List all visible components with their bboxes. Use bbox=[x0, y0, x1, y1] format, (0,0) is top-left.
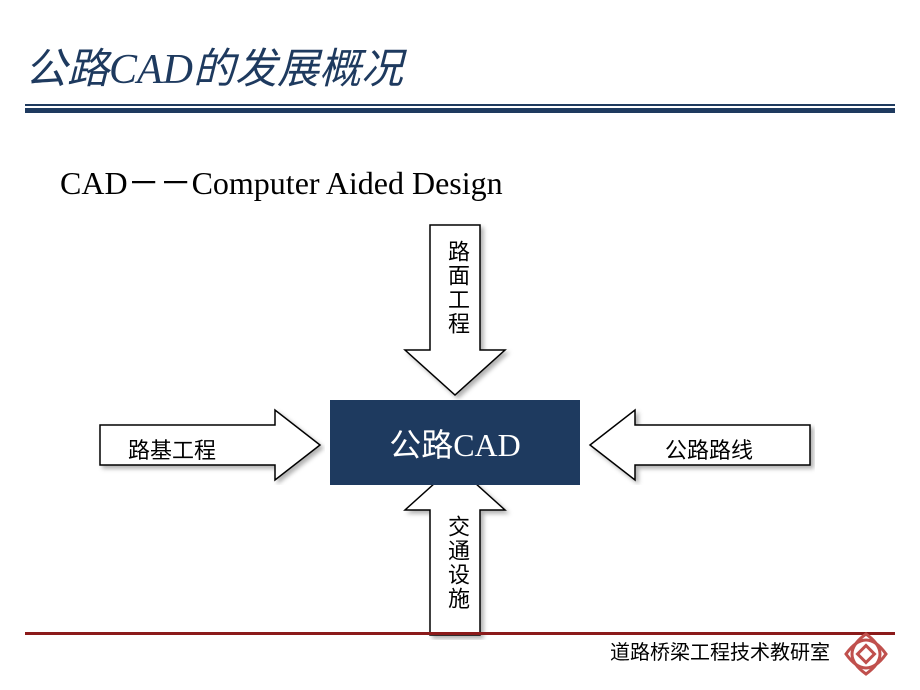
footer-text: 道路桥梁工程技术教研室 bbox=[610, 636, 830, 665]
center-box: 公路CAD bbox=[330, 400, 580, 485]
subtitle-text: CAD－－Computer Aided Design bbox=[60, 158, 920, 204]
center-label: 公路CAD bbox=[389, 420, 521, 466]
title-underline-thick bbox=[25, 108, 895, 113]
arrow-top-label: 路面工程 bbox=[446, 240, 468, 336]
arrow-left-label: 路基工程 bbox=[128, 433, 216, 465]
title-area: 公路CAD的发展概况 bbox=[0, 0, 920, 96]
diagram-container: 路面工程 路基工程 公路路线 交通设施 公路CAD bbox=[0, 220, 920, 640]
slide-title: 公路CAD的发展概况 bbox=[25, 35, 920, 96]
arrow-right-label: 公路路线 bbox=[665, 433, 753, 465]
footer-divider bbox=[25, 632, 895, 635]
title-underline-thin bbox=[25, 104, 895, 106]
arrow-bottom-label: 交通设施 bbox=[446, 515, 468, 611]
slide: 公路CAD的发展概况 CAD－－Computer Aided Design 路面… bbox=[0, 0, 920, 690]
logo-icon bbox=[842, 630, 890, 678]
